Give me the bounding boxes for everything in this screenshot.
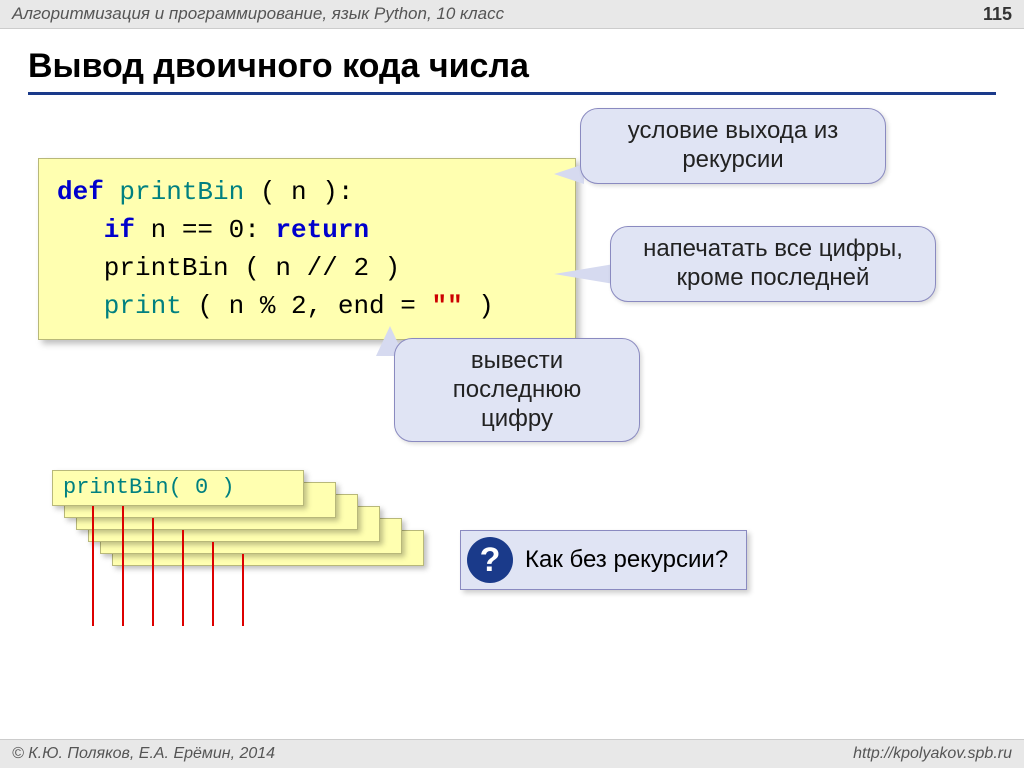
question-box: ? Как без рекурсии? (460, 530, 747, 590)
code-text: n == 0: (135, 215, 260, 245)
string-literal: "" (431, 291, 462, 321)
fn-name: printBin (104, 177, 244, 207)
slide-header: Алгоритмизация и программирование, язык … (0, 0, 1024, 29)
code-text: ( n % 2, end = (182, 291, 432, 321)
kw-return: return (260, 215, 369, 245)
slide-footer: © К.Ю. Поляков, Е.А. Ерёмин, 2014 http:/… (0, 739, 1024, 768)
kw-if: if (57, 215, 135, 245)
kw-def: def (57, 177, 104, 207)
page-title: Вывод двоичного кода числа (28, 47, 996, 95)
drop-line (122, 506, 124, 626)
code-text: ( n ): (244, 177, 353, 207)
question-mark-icon: ? (467, 537, 513, 583)
breadcrumb: Алгоритмизация и программирование, язык … (12, 0, 504, 28)
drop-line (242, 554, 244, 626)
question-text: Как без рекурсии? (525, 546, 728, 574)
stack-card-top: printBin( 0 ) (52, 470, 304, 506)
callout-last-digit: вывести последнюю цифру (394, 338, 640, 442)
page-number: 115 (983, 0, 1012, 28)
callout-pointer (554, 264, 614, 284)
code-text: ) (463, 291, 494, 321)
copyright: © К.Ю. Поляков, Е.А. Ерёмин, 2014 (12, 740, 275, 768)
code-text: printBin ( n // 2 ) (57, 253, 400, 283)
code-block: def printBin ( n ): if n == 0: return pr… (38, 158, 576, 340)
drop-line (92, 506, 94, 626)
drop-line (182, 530, 184, 626)
footer-url: http://kpolyakov.spb.ru (853, 740, 1012, 768)
kw-print: print (57, 291, 182, 321)
stack-call-text: printBin( 0 ) (63, 475, 235, 500)
drop-line (212, 542, 214, 626)
drop-line (152, 518, 154, 626)
callout-print-rest: напечатать все цифры, кроме последней (610, 226, 936, 302)
callout-exit-condition: условие выхода из рекурсии (580, 108, 886, 184)
